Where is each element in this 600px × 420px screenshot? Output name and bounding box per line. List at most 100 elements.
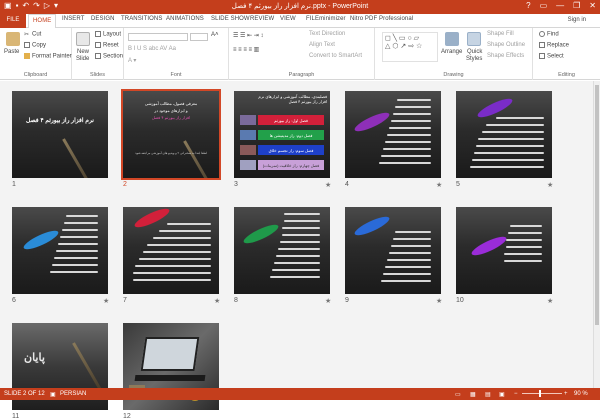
arrange-button[interactable]: Arrange [441, 49, 462, 55]
section-button[interactable]: Section [95, 53, 123, 60]
quick-styles-button-line2[interactable]: Styles [466, 56, 482, 62]
new-slide-icon[interactable] [76, 32, 90, 46]
slide-7-text-line [133, 279, 211, 281]
font-name-field[interactable] [128, 33, 188, 41]
quick-styles-button[interactable]: Quick [467, 49, 482, 55]
window-controls: ? ▭ — ❐ ✕ [526, 1, 596, 10]
slide-8-text-line [270, 276, 320, 278]
select-button[interactable]: Select [539, 53, 564, 60]
convert-smartart-button[interactable]: Convert to SmartArt [309, 53, 362, 59]
slide-6-text-line [64, 222, 98, 224]
find-button[interactable]: Find [539, 31, 559, 38]
align-buttons[interactable]: ≡ ≡ ≡ ≡ ▥ [233, 46, 259, 53]
reset-button[interactable]: Reset [95, 42, 119, 49]
slide-5-text-line [486, 124, 544, 126]
sign-in-link[interactable]: Sign in [568, 17, 586, 23]
zoom-slider-knob[interactable] [539, 390, 541, 397]
new-slide-button-line2[interactable]: Slide [76, 56, 89, 62]
animation-star-icon: ★ [214, 298, 221, 305]
ribbon: Paste ✂ Cut Copy Format Painter Clipboard… [0, 28, 600, 80]
normal-view-icon[interactable]: ▭ [455, 391, 461, 398]
help-button[interactable]: ? [526, 1, 530, 10]
paste-button[interactable]: Paste [4, 49, 19, 55]
new-slide-button[interactable]: New [77, 49, 89, 55]
tab-insert[interactable]: INSERT [62, 16, 85, 22]
vertical-scrollbar[interactable] [593, 81, 600, 388]
tab-home[interactable]: HOME [28, 14, 57, 29]
paintbrush-icon [24, 53, 30, 59]
slide-5-text-line [470, 166, 544, 168]
slide-7-text-line [135, 265, 211, 267]
slide-number-5: 5 [456, 181, 460, 188]
shape-effects-button[interactable]: Shape Effects [487, 53, 524, 59]
slide-thumbnail-2[interactable]: معرفی فصول، مطالب آموزشی و ابزارهای موجو… [121, 89, 221, 180]
tab-fileminimizer[interactable]: FILEminimizer [306, 16, 346, 22]
animation-star-icon: ★ [325, 182, 332, 189]
tab-transitions[interactable]: TRANSITIONS [121, 16, 162, 22]
animation-star-icon: ★ [436, 182, 443, 189]
shape-fill-button[interactable]: Shape Fill [487, 31, 514, 37]
align-text-button[interactable]: Align Text [309, 42, 335, 48]
tab-review[interactable]: REVIEW [250, 16, 274, 22]
slide-thumbnail-10[interactable] [456, 207, 552, 294]
cut-button[interactable]: ✂ Cut [24, 31, 41, 38]
font-color-button[interactable]: A ▾ [128, 57, 136, 64]
shapes-gallery[interactable]: ◻ ╲ ▭ ○ ▱ △ ⬡ ↗ ⇨ ☆ [382, 32, 438, 62]
quick-styles-icon[interactable] [467, 32, 481, 46]
slide-9-text-line [383, 273, 431, 275]
slide-thumbnail-3[interactable]: فصلبندی، مطالب آموزشی و ابزارهای نرم افز… [234, 91, 330, 178]
tab-animations[interactable]: ANIMATIONS [166, 16, 204, 22]
slide-thumbnail-6[interactable] [12, 207, 108, 294]
zoom-slider[interactable] [522, 393, 562, 394]
font-size-field[interactable] [190, 33, 208, 41]
slide-sorter: نرم افزار راز بیورثم ۴ فصل 1 معرفی فصول،… [0, 81, 593, 420]
slide-thumbnail-9[interactable] [345, 207, 441, 294]
replace-button[interactable]: Replace [539, 42, 569, 49]
slide-thumbnail-1[interactable]: نرم افزار راز بیورثم ۴ فصل [12, 91, 108, 178]
tab-file[interactable]: FILE [0, 14, 26, 28]
slide-thumbnail-8[interactable] [234, 207, 330, 294]
zoom-in-icon[interactable]: + [564, 391, 568, 397]
close-button[interactable]: ✕ [589, 1, 596, 10]
slide-2-line-2: و ابزارهای موجود در [154, 108, 188, 113]
grow-font-button[interactable]: A˄ [211, 32, 219, 38]
reading-view-icon[interactable]: ▤ [485, 391, 491, 398]
ribbon-display-button[interactable]: ▭ [540, 1, 548, 10]
slide-10-pill [469, 233, 509, 259]
minimize-button[interactable]: — [556, 1, 564, 10]
zoom-out-icon[interactable]: − [514, 391, 518, 397]
slide-sorter-view-icon[interactable]: ▦ [470, 391, 476, 398]
tab-design[interactable]: DESIGN [91, 16, 115, 22]
scrollbar-thumb[interactable] [595, 85, 599, 325]
reset-label: Reset [103, 42, 119, 49]
format-painter-button[interactable]: Format Painter [24, 53, 72, 60]
layout-button[interactable]: Layout [95, 31, 121, 38]
slides-group: New Slide Layout Reset Section Slides [72, 28, 124, 80]
arrange-icon[interactable] [445, 32, 459, 46]
slide-9-text-line [393, 238, 431, 240]
slide-thumbnail-5[interactable] [456, 91, 552, 178]
copy-icon [24, 42, 30, 48]
tab-slide-show[interactable]: SLIDE SHOW [211, 16, 250, 22]
slide-6-text-line [62, 229, 98, 231]
zoom-level[interactable]: 90 % [574, 391, 588, 397]
font-style-buttons[interactable]: B I U S abc AV Aa [128, 46, 176, 52]
slideshow-view-icon[interactable]: ▣ [499, 391, 505, 398]
spelling-icon[interactable]: ▣ [50, 391, 56, 398]
slide-6-text-line [50, 271, 98, 273]
slide-5-text-line [474, 152, 544, 154]
copy-button[interactable]: Copy [24, 42, 46, 49]
clipboard-group: Paste ✂ Cut Copy Format Painter Clipboard [0, 28, 72, 80]
language-indicator[interactable]: PERSIAN [60, 391, 86, 397]
slide-thumbnail-7[interactable] [123, 207, 219, 294]
paste-icon[interactable] [6, 32, 20, 46]
bullets-buttons[interactable]: ☰ ☰ ⇤ ⇥ ↕ [233, 32, 263, 39]
text-direction-button[interactable]: Text Direction [309, 31, 345, 37]
editing-group: Find Replace Select Editing [533, 28, 600, 80]
tab-view[interactable]: VIEW [280, 16, 296, 22]
shape-outline-button[interactable]: Shape Outline [487, 42, 525, 48]
slide-thumbnail-4[interactable] [345, 91, 441, 178]
tab-nitro-pdf[interactable]: Nitro PDF Professional [350, 16, 413, 22]
window-title: نرم افزار راز بیورثم ۴ فصل.pptx - PowerP… [231, 3, 369, 10]
restore-button[interactable]: ❐ [573, 1, 580, 10]
